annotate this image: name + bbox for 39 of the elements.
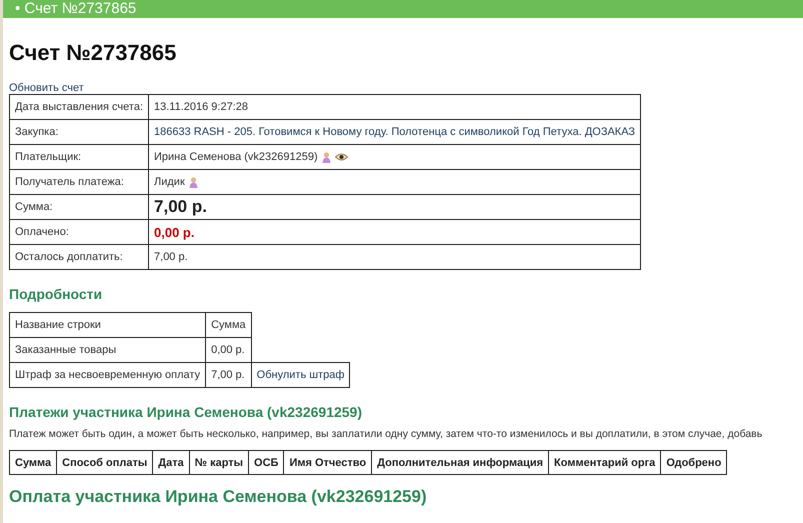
column-header: № карты bbox=[189, 450, 249, 474]
field-label: Сумма: bbox=[10, 194, 149, 220]
header-title: • Счет №2737865 bbox=[15, 0, 136, 18]
field-label: Дата выставления счета: bbox=[10, 94, 149, 120]
column-header: Сумма bbox=[206, 312, 252, 338]
payer-name: Ирина Семенова (vk232691259) bbox=[154, 151, 318, 163]
column-header: ОСБ bbox=[248, 450, 284, 474]
field-label: Осталось доплатить: bbox=[10, 244, 149, 270]
field-value: 13.11.2016 9:27:28 bbox=[154, 101, 248, 113]
column-header: Имя Отчество bbox=[284, 450, 372, 474]
person-icon bbox=[322, 152, 331, 162]
section-heading: Подробности bbox=[9, 286, 104, 302]
eye-icon[interactable] bbox=[334, 153, 348, 161]
refresh-link[interactable]: Обновить счет bbox=[9, 82, 84, 94]
field-label: Получатель платежа: bbox=[10, 170, 149, 194]
paid-amount: 0,00 р. bbox=[154, 224, 194, 240]
total-amount: 7,00 р. bbox=[154, 197, 207, 216]
column-header: Название строки bbox=[10, 312, 206, 338]
page-title: Счет №2737865 bbox=[9, 40, 178, 66]
column-header: Дополнительная информация bbox=[372, 450, 549, 474]
column-header: Сумма bbox=[10, 450, 57, 474]
column-header: Одобрено bbox=[660, 450, 727, 474]
field-value: 7,00 р. bbox=[154, 251, 188, 263]
table-cell: 7,00 р. bbox=[206, 362, 252, 388]
person-icon bbox=[188, 176, 198, 188]
reset-fine-link[interactable]: Обнулить штраф bbox=[251, 362, 350, 388]
table-cell: Штраф за несвоевременную оплату bbox=[10, 362, 206, 388]
field-label: Плательщик: bbox=[10, 144, 149, 170]
info-text: Платеж может быть один, а может быть несколько, например, вы заплатили одну сумму, затем что-то изменилось и вы доплатили, в этом случае, добавь bbox=[9, 428, 764, 440]
field-label: Оплачено: bbox=[10, 220, 149, 244]
column-header: Способ оплаты bbox=[56, 450, 153, 474]
column-header: Комментарий орга bbox=[548, 450, 661, 474]
section-heading: Оплата участника Ирина Семенова (vk232691259) bbox=[9, 487, 428, 507]
table-cell: 0,00 р. bbox=[206, 338, 252, 362]
section-heading: Платежи участника Ирина Семенова (vk232691259) bbox=[9, 404, 363, 420]
table-cell: Заказанные товары bbox=[10, 338, 206, 362]
column-header: Дата bbox=[152, 450, 190, 474]
recipient-name: Лидик bbox=[154, 176, 185, 188]
field-label: Закупка: bbox=[10, 120, 149, 144]
